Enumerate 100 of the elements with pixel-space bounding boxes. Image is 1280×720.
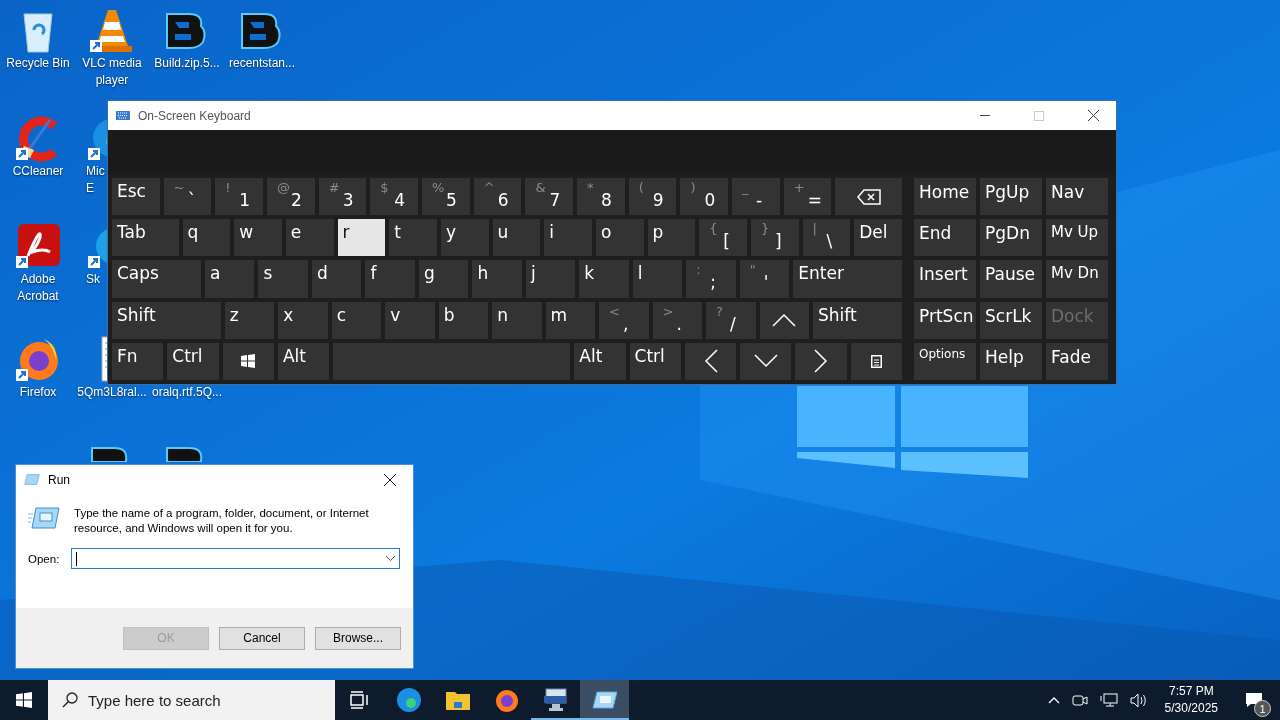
keyboard-key[interactable]: Options (914, 342, 976, 380)
clock[interactable]: 7:57 PM 5/30/2025 (1156, 683, 1226, 717)
keyboard-key[interactable]: v (385, 301, 435, 339)
keyboard-key[interactable]: g (418, 260, 469, 298)
keyboard-key[interactable]: x (278, 301, 328, 339)
keyboard-key[interactable]: & 7 (525, 178, 574, 216)
keyboard-key[interactable] (759, 301, 810, 339)
keyboard-key[interactable]: h (472, 260, 522, 298)
keyboard-key[interactable]: # 3 (318, 178, 367, 216)
run-icon (24, 474, 40, 485)
keyboard-key[interactable]: Nav (1046, 178, 1108, 216)
keyboard-key[interactable]: s (258, 260, 308, 298)
keyboard-key[interactable]: i (544, 219, 592, 257)
keyboard-key[interactable]: m (545, 301, 596, 339)
keyboard-key[interactable]: _ - (732, 178, 780, 216)
chevron-up-icon (1047, 696, 1060, 704)
keyboard-key[interactable]: End (914, 219, 976, 257)
keyboard-key[interactable]: t (389, 219, 437, 257)
search-field[interactable]: Type here to search (48, 680, 335, 720)
icon-label: Sk (86, 272, 100, 287)
keyboard-key[interactable] (684, 342, 737, 380)
network-icon (1099, 692, 1118, 708)
keyboard-key[interactable] (795, 342, 847, 380)
keyboard-key[interactable]: c (331, 301, 382, 339)
keyboard-key[interactable]: Ctrl (167, 342, 219, 380)
open-field[interactable] (71, 548, 400, 569)
keyboard-key[interactable]: ? / (706, 301, 756, 339)
icon-label: VLC media (82, 56, 142, 71)
keyboard-key[interactable]: Mv Dn (1046, 260, 1108, 298)
keyboard-key[interactable]: } ] (750, 219, 799, 257)
keyboard-key[interactable]: % 5 (422, 178, 470, 216)
keyboard-key[interactable] (835, 178, 902, 216)
keyboard-key[interactable] (222, 342, 274, 380)
keyboard-key[interactable]: Mv Up (1046, 219, 1108, 257)
keyboard-key[interactable]: d (311, 260, 362, 298)
keyboard-key[interactable]: Fade (1046, 342, 1108, 380)
keyboard-key[interactable]: q (182, 219, 231, 257)
keyboard-key[interactable]: Help (980, 342, 1042, 380)
icon-label: oralq.rtf.5Q... (152, 385, 222, 400)
backspace-icon (856, 188, 881, 205)
keyboard-key[interactable]: : ; (686, 260, 736, 298)
keyboard-key[interactable]: Caps (112, 260, 201, 298)
dialog-button[interactable]: Cancel (219, 626, 305, 650)
keyboard-key[interactable]: < , (599, 301, 649, 339)
keyboard-key[interactable]: r (337, 219, 386, 257)
icon-label: Firefox (19, 385, 57, 400)
keyboard-key[interactable]: Ctrl (629, 342, 681, 380)
keyboard-key[interactable]: Tab (112, 219, 179, 257)
keyboard-key[interactable]: Pause (980, 260, 1042, 298)
keyboard-key[interactable]: o (595, 219, 644, 257)
keyboard-key[interactable]: b (438, 301, 489, 339)
keyboard-key[interactable]: Enter (793, 260, 902, 298)
keyboard-key[interactable]: Esc (112, 178, 160, 216)
keyboard-key[interactable]: > . (652, 301, 703, 339)
keyboard-key[interactable] (850, 342, 903, 380)
keyboard-key[interactable]: z (224, 301, 275, 339)
keyboard-key[interactable]: ScrLk (980, 301, 1042, 339)
keyboard-key[interactable]: $ 4 (370, 178, 419, 216)
keyboard-key[interactable]: Alt (277, 342, 330, 380)
keyboard-key[interactable]: Insert (914, 260, 976, 298)
dialog-button[interactable]: Browse... (315, 626, 401, 650)
keyboard-key[interactable]: e (285, 219, 334, 257)
keyboard-key[interactable]: PrtScn (914, 301, 976, 339)
keyboard-key[interactable]: n (492, 301, 542, 339)
keyboard-monitor-icon (542, 688, 569, 712)
keyboard-key[interactable]: u (492, 219, 541, 257)
keyboard-key[interactable]: Shift (813, 301, 902, 339)
keyboard-key[interactable]: Shift (112, 301, 221, 339)
notification-button[interactable]: 1 (1232, 680, 1276, 720)
keyboard-key[interactable]: ) 0 (680, 178, 729, 216)
icon-label: Recycle Bin (6, 56, 70, 71)
keyboard-key[interactable]: ~ ` (163, 178, 212, 216)
keyboard-key[interactable]: l (632, 260, 683, 298)
keyboard-key[interactable]: Alt (574, 342, 626, 380)
keyboard-key[interactable]: a (204, 260, 255, 298)
keyboard-key[interactable]: @ 2 (267, 178, 315, 216)
keyboard-key[interactable]: w (234, 219, 282, 257)
keyboard-key[interactable]: ( 9 (628, 178, 677, 216)
keyboard-key[interactable]: PgDn (980, 219, 1042, 257)
keyboard-key[interactable]: | \ (802, 219, 851, 257)
keyboard-key[interactable]: p (647, 219, 696, 257)
keyboard-key[interactable]: * 8 (577, 178, 625, 216)
instruction-text: Type the name of a program, folder, document, or Internet resource, and Windows will open it for you. (74, 506, 370, 536)
keyboard-key[interactable]: ! 1 (215, 178, 263, 216)
keyboard-key[interactable]: Fn (112, 342, 164, 380)
keyboard-key[interactable] (740, 342, 792, 380)
keyboard-key[interactable]: k (579, 260, 629, 298)
keyboard-key[interactable]: + = (783, 178, 832, 216)
keyboard-key[interactable]: Del (854, 219, 902, 257)
keyboard-key[interactable]: f (365, 260, 415, 298)
keyboard-key[interactable]: { [ (699, 219, 747, 257)
keyboard-key[interactable]: y (440, 219, 489, 257)
keyboard-key[interactable]: j (525, 260, 576, 298)
taskbar-button[interactable] (580, 680, 629, 720)
keyboard-key[interactable]: PgUp (980, 178, 1042, 216)
icon-label: 5Qm3L8ral... (77, 385, 147, 400)
keyboard-key[interactable]: " ' (739, 260, 790, 298)
notification-count: 1 (1254, 700, 1271, 717)
keyboard-key[interactable]: ^ 6 (473, 178, 522, 216)
keyboard-key[interactable]: Home (914, 178, 976, 216)
